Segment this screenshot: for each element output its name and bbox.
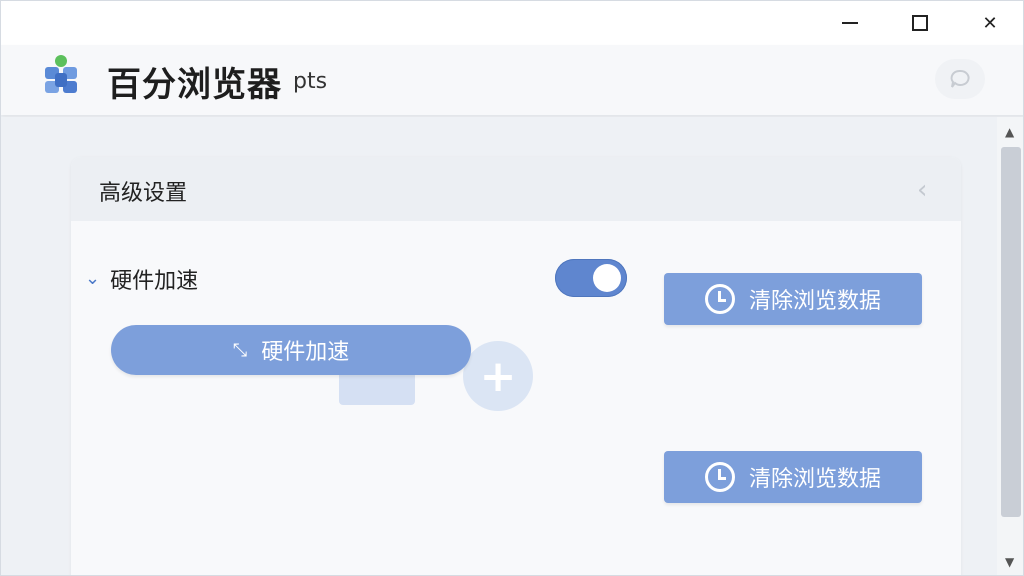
hardware-acceleration-button-label: 硬件加速 (261, 340, 350, 365)
browser-window: ✕ 百分浏览器 pts ▲ ▼ 高级设置 ‹ ⌄ 硬件加速 + ⤡ 硬件加速 清… (0, 0, 1024, 576)
scroll-up-icon[interactable]: ▲ (1005, 125, 1014, 139)
clock-icon (704, 284, 735, 314)
hardware-acceleration-button[interactable]: ⤡ 硬件加速 (111, 325, 471, 375)
section-label: 硬件加速 (110, 269, 199, 294)
app-title-suffix: pts (293, 69, 328, 94)
hardware-acceleration-header[interactable]: ⌄ 硬件加速 (85, 263, 198, 295)
toggle-knob (593, 264, 621, 292)
app-title: 百分浏览器 (107, 65, 282, 105)
arrows-diagonal-icon: ⤡ (232, 339, 248, 361)
hardware-acceleration-toggle[interactable] (555, 259, 627, 297)
close-button[interactable]: ✕ (967, 1, 1013, 45)
chevron-left-icon[interactable]: ‹ (917, 175, 927, 205)
clear-browsing-data-button[interactable]: 清除浏览数据 (664, 273, 922, 325)
app-logo-icon (45, 55, 77, 93)
close-icon: ✕ (982, 12, 998, 34)
minimize-icon (842, 22, 858, 24)
chat-bubble-icon (950, 69, 970, 88)
scroll-thumb[interactable] (1001, 147, 1021, 517)
vertical-scrollbar[interactable]: ▲ ▼ (997, 117, 1023, 575)
chevron-down-icon: ⌄ (85, 267, 101, 289)
panel-title: 高级设置 (99, 181, 188, 206)
clock-icon (704, 462, 735, 492)
scroll-down-icon[interactable]: ▼ (1005, 555, 1014, 569)
chat-button[interactable] (935, 59, 985, 99)
panel-header: 高级设置 ‹ (71, 157, 961, 221)
clear-browsing-data-label-2: 清除浏览数据 (748, 467, 881, 492)
title-bar: ✕ (1, 1, 1023, 45)
clear-browsing-data-button-2[interactable]: 清除浏览数据 (664, 451, 922, 503)
maximize-icon (912, 15, 928, 31)
clear-browsing-data-label: 清除浏览数据 (748, 289, 881, 314)
plus-icon: + (463, 341, 533, 411)
maximize-button[interactable] (897, 1, 943, 45)
app-header: 百分浏览器 pts (1, 45, 1023, 115)
minimize-button[interactable] (827, 1, 873, 45)
